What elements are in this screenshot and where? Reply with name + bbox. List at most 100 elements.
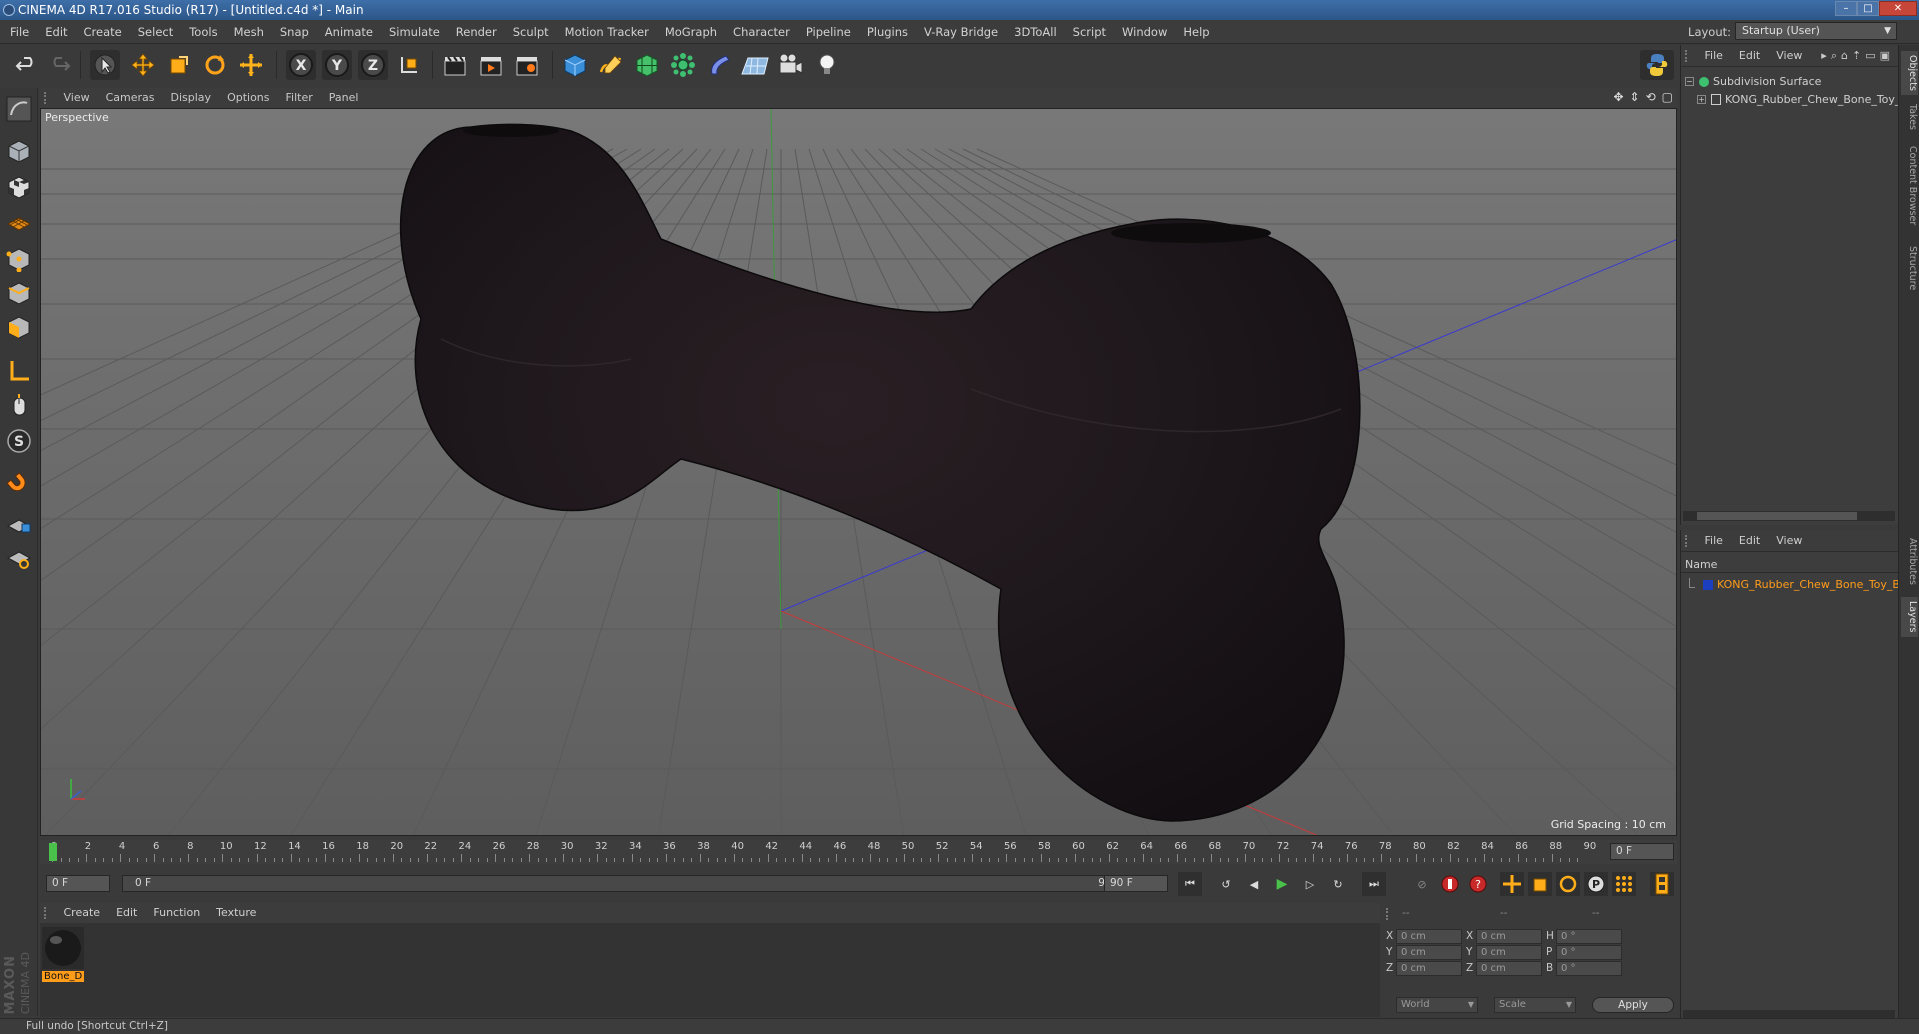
add-spline-button[interactable] — [596, 50, 626, 80]
tweak-mode-button[interactable] — [3, 390, 35, 420]
menu-script[interactable]: Script — [1065, 20, 1114, 44]
record-keyframe-button[interactable] — [1438, 872, 1462, 896]
render-to-picture-viewer-button[interactable] — [476, 50, 506, 80]
menu-3dtoall[interactable]: 3DToAll — [1006, 20, 1065, 44]
play-button[interactable]: ▶ — [1270, 872, 1294, 896]
close-panel-icon[interactable]: ▣ — [1880, 49, 1894, 62]
layout-dropdown[interactable]: Startup (User) ▼ — [1735, 22, 1897, 40]
tab-layers[interactable]: Layers — [1901, 597, 1918, 637]
arrow-right-icon[interactable]: ▸ — [1821, 49, 1831, 62]
z-axis-lock-button[interactable]: Z — [358, 50, 388, 80]
motion-path-icon[interactable]: ⊘ — [1410, 872, 1434, 896]
menu-window[interactable]: Window — [1114, 20, 1175, 44]
apply-button[interactable]: Apply — [1592, 997, 1674, 1013]
add-light-button[interactable] — [812, 50, 842, 80]
menu-sculpt[interactable]: Sculpt — [505, 20, 557, 44]
maximize-button[interactable]: □ — [1857, 1, 1879, 16]
coord-value-field[interactable]: 0 cm — [1396, 945, 1462, 960]
solo-mode-button[interactable]: S — [3, 426, 35, 456]
search-icon[interactable]: ⌕ — [1831, 49, 1841, 62]
move-tool-button[interactable] — [128, 50, 158, 80]
viewport-menu-filter[interactable]: Filter — [278, 88, 321, 108]
menu-select[interactable]: Select — [130, 20, 181, 44]
tree-item-subdivision-surface[interactable]: − Subdivision Surface — [1685, 73, 1895, 91]
coord-value-field[interactable]: 0 cm — [1476, 961, 1542, 976]
viewport-menu-view[interactable]: View — [56, 88, 98, 108]
viewport-menu-cameras[interactable]: Cameras — [98, 88, 163, 108]
material-swatch-bone[interactable]: Bone_D — [42, 927, 85, 985]
horizontal-scrollbar[interactable] — [1683, 511, 1895, 521]
live-selection-button[interactable] — [236, 50, 266, 80]
menu-help[interactable]: Help — [1175, 20, 1217, 44]
points-mode-button[interactable] — [3, 244, 35, 274]
layer-menu-view[interactable]: View — [1768, 530, 1810, 552]
playhead[interactable] — [49, 843, 57, 861]
layer-item[interactable]: KONG_Rubber_Chew_Bone_Toy_B — [1685, 576, 1900, 594]
key-scale-button[interactable] — [1528, 872, 1552, 896]
object-menu-file[interactable]: File — [1697, 45, 1731, 67]
add-mograph-button[interactable] — [668, 50, 698, 80]
coord-value-field[interactable]: 0 ° — [1556, 961, 1622, 976]
x-axis-lock-button[interactable]: X — [286, 50, 316, 80]
menu-animate[interactable]: Animate — [317, 20, 381, 44]
coord-value-field[interactable]: 0 cm — [1396, 961, 1462, 976]
tab-structure[interactable]: Structure — [1901, 241, 1918, 295]
menu-render[interactable]: Render — [448, 20, 505, 44]
add-camera-button[interactable] — [776, 50, 806, 80]
object-menu-edit[interactable]: Edit — [1731, 45, 1768, 67]
layer-menu-file[interactable]: File — [1697, 530, 1731, 552]
go-to-start-button[interactable]: ⏮ — [1178, 872, 1202, 896]
previous-frame-button[interactable]: ◀ — [1242, 872, 1266, 896]
texture-mode-button[interactable] — [3, 172, 35, 202]
previous-key-button[interactable]: ↺ — [1214, 872, 1238, 896]
next-frame-button[interactable]: ▷ — [1298, 872, 1322, 896]
redo-button[interactable] — [44, 50, 74, 80]
rotate-tool-button[interactable] — [200, 50, 230, 80]
menu-tools[interactable]: Tools — [181, 20, 225, 44]
autokey-button[interactable]: ? — [1466, 872, 1490, 896]
menu-motion-tracker[interactable]: Motion Tracker — [557, 20, 657, 44]
material-menu-function[interactable]: Function — [145, 903, 208, 923]
edges-mode-button[interactable] — [3, 278, 35, 308]
model-mode-button[interactable] — [3, 136, 35, 166]
key-parameter-button[interactable]: P — [1584, 872, 1608, 896]
material-menu-edit[interactable]: Edit — [108, 903, 145, 923]
maximize-view-icon[interactable]: ▢ — [1662, 90, 1673, 104]
add-generator-button[interactable] — [632, 50, 662, 80]
workplane-align-button[interactable] — [3, 542, 35, 572]
viewport-menu-options[interactable]: Options — [219, 88, 277, 108]
pan-view-icon[interactable]: ✥ — [1613, 90, 1623, 104]
rotate-view-icon[interactable]: ⟲ — [1646, 90, 1656, 104]
current-frame-field[interactable]: 0 F — [1610, 843, 1674, 860]
size-mode-dropdown[interactable]: Scale ▼ — [1494, 997, 1576, 1013]
zoom-view-icon[interactable]: ⇕ — [1630, 90, 1640, 104]
end-frame-field[interactable]: 90 F — [1104, 875, 1168, 892]
add-floor-button[interactable] — [740, 50, 770, 80]
menu-character[interactable]: Character — [725, 20, 798, 44]
timeline-window-button[interactable] — [1650, 872, 1674, 896]
tree-item-kong-bone[interactable]: + KONG_Rubber_Chew_Bone_Toy_ — [1685, 91, 1900, 109]
menu-v-ray-bridge[interactable]: V-Ray Bridge — [916, 20, 1006, 44]
coordinate-system-button[interactable] — [394, 50, 424, 80]
axis-mode-button[interactable] — [3, 356, 35, 386]
menu-mograph[interactable]: MoGraph — [657, 20, 725, 44]
frame-range-slider[interactable]: 0 F 90 F — [122, 875, 1138, 892]
minimize-button[interactable]: – — [1835, 1, 1857, 16]
python-script-button[interactable] — [1640, 50, 1674, 80]
menu-snap[interactable]: Snap — [272, 20, 317, 44]
tab-takes[interactable]: Takes — [1901, 99, 1918, 135]
menu-create[interactable]: Create — [76, 20, 130, 44]
undo-button[interactable] — [12, 50, 42, 80]
polygons-mode-button[interactable] — [3, 312, 35, 342]
tab-attributes[interactable]: Attributes — [1901, 531, 1918, 591]
up-icon[interactable]: ⇡ — [1852, 49, 1865, 62]
coord-value-field[interactable]: 0 ° — [1556, 929, 1622, 944]
snap-toggle-button[interactable] — [3, 470, 35, 500]
coord-value-field[interactable]: 0 ° — [1556, 945, 1622, 960]
add-deformer-button[interactable] — [704, 50, 734, 80]
menu-pipeline[interactable]: Pipeline — [798, 20, 859, 44]
viewport-menu-display[interactable]: Display — [163, 88, 220, 108]
menu-mesh[interactable]: Mesh — [226, 20, 272, 44]
viewport-menu-panel[interactable]: Panel — [321, 88, 367, 108]
coord-value-field[interactable]: 0 cm — [1476, 945, 1542, 960]
